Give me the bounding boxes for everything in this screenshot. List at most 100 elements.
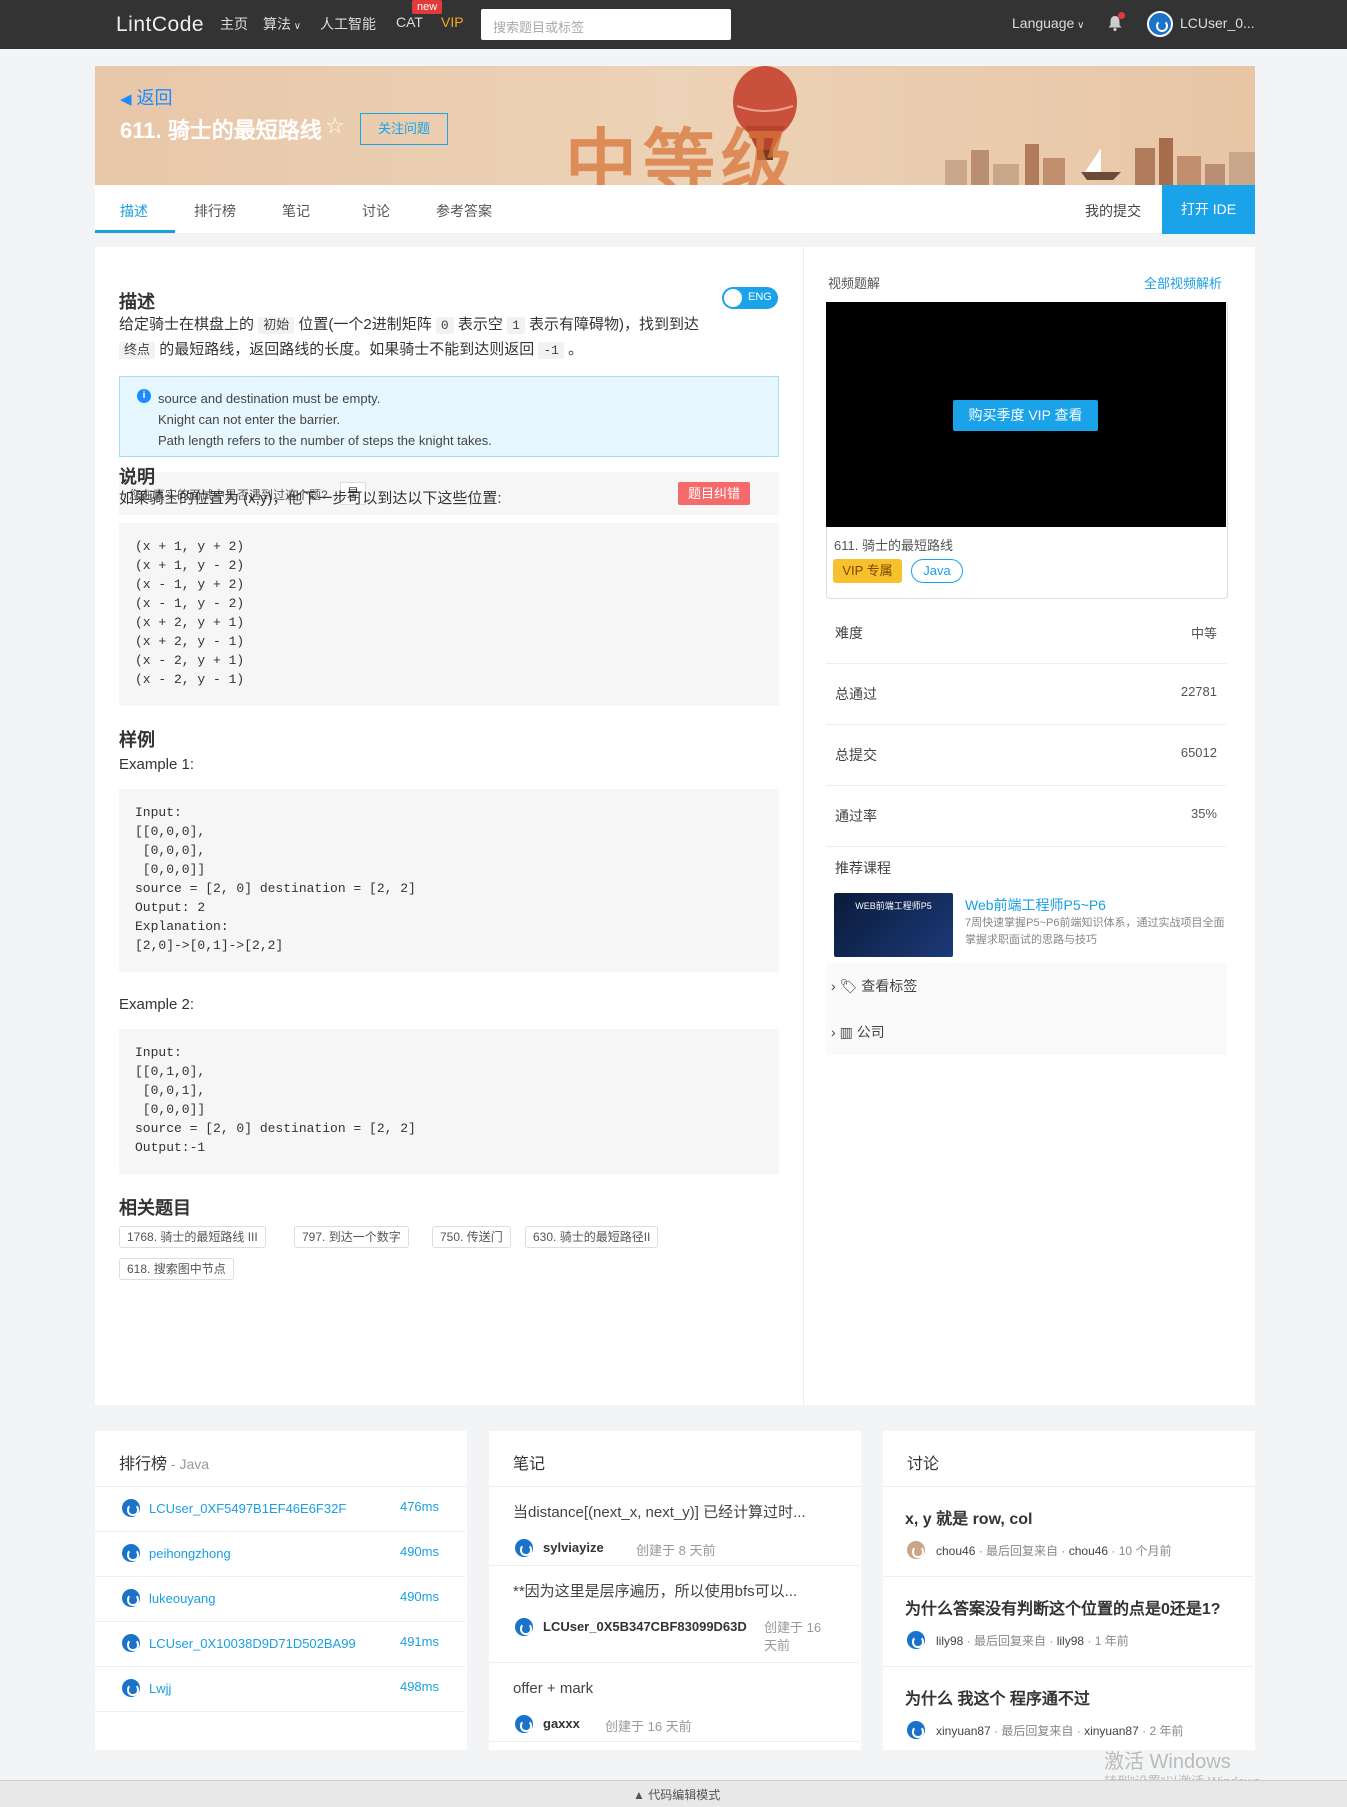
note-item[interactable]: offer + mark gaxxx 创建于 16 天前 [489,1663,859,1742]
description-panel: 描述 ENG 给定骑士在棋盘上的 初始 位置(一个2进制矩阵 0 表示空 1 表… [95,247,803,1405]
inline-code: 终点 [119,342,156,359]
nav-algorithm[interactable]: 算法 ∨ [263,14,301,34]
ranking-row[interactable]: LCUser_0XF5497B1EF46E6F32F 476ms [95,1487,465,1532]
user-avatar[interactable] [1147,11,1173,37]
building-icon: ▥ [839,1024,853,1040]
note-text[interactable]: offer + mark [513,1680,833,1697]
discussion-text[interactable]: 为什么答案没有判断这个位置的点是0还是1? [905,1595,1221,1619]
related-problem-tag[interactable]: 750. 传送门 [432,1226,511,1248]
notes-title[interactable]: 笔记 [513,1450,545,1474]
ranking-username[interactable]: peihongzhong [149,1546,231,1561]
stat-value: 22781 [1180,684,1217,699]
user-avatar [905,1629,927,1651]
ranking-time: 491ms [399,1634,439,1649]
language-toggle[interactable]: ENG [722,287,778,309]
ranking-username[interactable]: LCUser_0X10038D9D71D502BA99 [149,1636,356,1651]
related-problem-tag[interactable]: 630. 骑士的最短路径II [525,1226,659,1248]
tags-expander[interactable]: › 🏷 查看标签 [826,963,1227,1009]
username[interactable]: LCUser_0... [1180,15,1255,31]
nav-vip[interactable]: VIP [441,14,464,30]
stat-key: 总提交 [835,747,877,763]
buy-vip-button[interactable]: 购买季度 VIP 查看 [953,400,1098,431]
lintcode-logo[interactable]: LintCode [116,13,204,37]
note-text[interactable]: **因为这里是层序遍历，所以使用bfs可以... [513,1580,833,1601]
tab-description[interactable]: 描述 [120,201,148,221]
video-player[interactable]: 购买季度 VIP 查看 [826,302,1226,527]
note-item[interactable]: **因为这里是层序遍历，所以使用bfs可以... LCUser_0X5B347C… [489,1566,859,1663]
discussion-author[interactable]: chou46 [936,1544,975,1558]
discussion-meta: lily98 · 最后回复来自 · lily98 · 1 年前 [936,1632,1129,1649]
related-problem-tag[interactable]: 797. 到达一个数字 [294,1226,409,1248]
nav-ai[interactable]: 人工智能 [320,14,376,34]
nav-home[interactable]: 主页 [220,14,248,34]
discussion-item[interactable]: 为什么 我这个 程序通不过 xinyuan87 · 最后回复来自 · xinyu… [883,1667,1253,1750]
ranking-username[interactable]: Lwjj [149,1681,171,1696]
related-problem-tag[interactable]: 1768. 骑士的最短路线 III [119,1226,266,1248]
toggle-knob [724,289,742,307]
note-item[interactable]: 当distance[(next_x, next_y)] 已经计算过时... sy… [489,1487,859,1566]
stat-row-submissions: 总提交 65012 [826,725,1227,786]
stat-key: 难度 [835,625,863,641]
discussion-author[interactable]: lily98 [936,1634,963,1648]
ranking-title[interactable]: 排行榜 [119,1456,167,1473]
course-title-link[interactable]: Web前端工程师P5~P6 [965,895,1106,915]
tab-notes[interactable]: 笔记 [282,201,310,221]
course-thumbnail[interactable]: WEB前端工程师P5 [834,893,953,957]
star-icon[interactable]: ☆ [325,113,345,139]
note-author[interactable]: gaxxx [543,1716,580,1731]
search-input[interactable]: 搜索题目或标签 [481,9,731,40]
editor-mode-bar[interactable]: ▲ 代码编辑模式 [0,1780,1347,1807]
note-date: 创建于 8 天前 [636,1543,716,1558]
examples-heading: 样例 [119,730,155,750]
info-icon: i [137,389,151,403]
moves-code-block: (x + 1, y + 2) (x + 1, y - 2) (x - 1, y … [119,523,779,706]
ranking-row[interactable]: lukeouyang 490ms [95,1577,465,1622]
chevron-down-icon: ∨ [1074,20,1085,31]
user-avatar [120,1542,142,1564]
toggle-label: ENG [748,291,772,303]
ranking-row[interactable]: LCUser_0X10038D9D71D502BA99 491ms [95,1622,465,1667]
follow-problem-button[interactable]: 关注问题 [360,113,448,145]
nav-algorithm-label: 算法 [263,16,291,32]
my-submissions-link[interactable]: 我的提交 [1085,201,1141,221]
card-header: 笔记 [489,1431,861,1487]
note-text[interactable]: 当distance[(next_x, next_y)] 已经计算过时... [513,1501,833,1522]
back-link[interactable]: ◀ 返回 [120,84,173,110]
report-error-button[interactable]: 题目纠错 [678,482,750,505]
nav-cat[interactable]: CAT [396,14,423,30]
discussion-text[interactable]: 为什么 我这个 程序通不过 [905,1685,1090,1709]
discussion-author[interactable]: xinyuan87 [936,1724,991,1738]
new-badge: new [412,0,443,14]
tags-label: 查看标签 [861,978,918,994]
ranking-time: 490ms [399,1544,439,1559]
inline-code: 1 [507,317,525,334]
ranking-time: 490ms [399,1589,439,1604]
open-ide-button[interactable]: 打开 IDE [1162,185,1255,234]
chevron-right-icon: › [831,1024,836,1040]
ranking-row[interactable]: peihongzhong 490ms [95,1532,465,1577]
company-expander[interactable]: › ▥ 公司 [826,1009,1227,1055]
note-author[interactable]: LCUser_0X5B347CBF83099D63D [543,1619,747,1634]
city-skyline-illustration [945,138,1255,185]
tab-discuss[interactable]: 讨论 [362,201,390,221]
related-problem-tag[interactable]: 618. 搜索图中节点 [119,1258,234,1280]
tab-reference-answer[interactable]: 参考答案 [436,201,492,221]
discussion-item[interactable]: 为什么答案没有判断这个位置的点是0还是1? lily98 · 最后回复来自 · … [883,1577,1253,1667]
tab-ranking[interactable]: 排行榜 [194,201,236,221]
note-date: 创建于 16 天前 [764,1620,822,1653]
note-author[interactable]: sylviayize [543,1540,604,1555]
language-selector[interactable]: Language ∨ [1012,15,1084,31]
stat-row-pass-rate: 通过率 35% [826,786,1227,847]
last-reply-author[interactable]: lily98 [1057,1634,1084,1648]
user-avatar [120,1587,142,1609]
discussion-title[interactable]: 讨论 [907,1450,939,1474]
ranking-username[interactable]: LCUser_0XF5497B1EF46E6F32F [149,1501,346,1516]
all-videos-link[interactable]: 全部视频解析 [1144,273,1222,292]
discussion-item[interactable]: x, y 就是 row, col chou46 · 最后回复来自 · chou4… [883,1487,1253,1577]
discussion-text[interactable]: x, y 就是 row, col [905,1505,1032,1529]
last-reply-author[interactable]: chou46 [1069,1544,1108,1558]
ranking-username[interactable]: lukeouyang [149,1591,216,1606]
last-reply-author[interactable]: xinyuan87 [1084,1724,1139,1738]
ranking-lang: - Java [167,1456,210,1472]
ranking-row[interactable]: Lwjj 498ms [95,1667,465,1712]
